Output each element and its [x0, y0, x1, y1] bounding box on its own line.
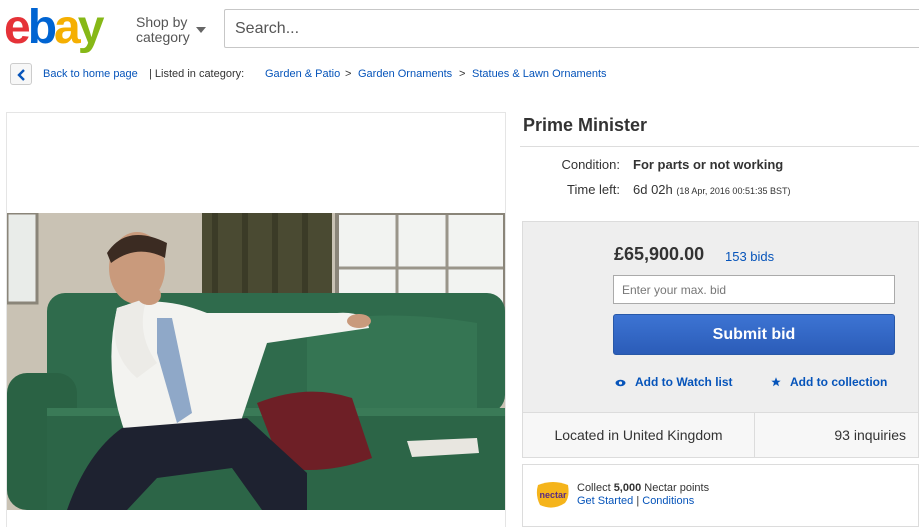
item-photo[interactable] — [7, 213, 505, 510]
back-button[interactable] — [10, 63, 32, 85]
collect-suffix: Nectar points — [641, 482, 710, 494]
get-started-link[interactable]: Get Started — [577, 495, 633, 507]
time-left-label: Time left: — [567, 182, 620, 197]
nectar-collect-text: Collect 5,000 Nectar points — [577, 482, 709, 494]
search-input[interactable] — [224, 9, 919, 48]
shop-by-label: Shop by — [136, 14, 188, 30]
item-title: Prime Minister — [523, 115, 648, 135]
conditions-link[interactable]: Conditions — [642, 495, 694, 507]
breadcrumb-separator: > — [345, 68, 352, 80]
item-location: Located in United Kingdom — [523, 413, 755, 458]
bid-box: £65,900.00 153 bids Submit bid Add to Wa… — [522, 221, 919, 458]
category-link-garden-ornaments[interactable]: Garden Ornaments — [358, 68, 452, 80]
link-divider: | — [633, 495, 643, 507]
bids-link[interactable]: 153 bids — [725, 249, 774, 264]
listed-in-category-label: | Listed in category: — [149, 68, 245, 80]
submit-bid-button[interactable]: Submit bid — [613, 314, 895, 355]
time-left-detail: (18 Apr, 2016 00:51:35 BST) — [676, 186, 791, 196]
inquiries-count: 93 inquiries — [834, 427, 906, 443]
category-link-garden-patio[interactable]: Garden & Patio — [265, 68, 340, 80]
condition-value: For parts or not working — [633, 157, 784, 172]
watch-label: Add to Watch list — [635, 375, 733, 389]
star-icon — [771, 376, 781, 390]
nectar-promo: nectar Collect 5,000 Nectar points Get S… — [522, 464, 919, 527]
time-left: 6d 02h (18 Apr, 2016 00:51:35 BST) — [633, 182, 790, 197]
location-row: Located in United Kingdom 93 inquiries — [523, 412, 918, 458]
nectar-points: 5,000 — [613, 482, 642, 494]
add-to-watch-list-button[interactable]: Add to Watch list — [615, 375, 733, 390]
chevron-left-icon — [17, 69, 25, 81]
add-to-collection-button[interactable]: Add to collection — [771, 375, 887, 390]
nectar-logo: nectar — [535, 481, 571, 508]
item-image-panel — [6, 112, 506, 527]
max-bid-input[interactable] — [613, 275, 895, 304]
nectar-links: Get Started | Conditions — [577, 495, 694, 507]
item-photo-illustration — [7, 213, 505, 510]
collection-label: Add to collection — [790, 375, 888, 389]
nectar-logo-text: nectar — [539, 490, 567, 500]
eye-icon — [615, 376, 626, 390]
back-to-home-link[interactable]: Back to home page — [43, 68, 138, 80]
caret-down-icon — [196, 27, 206, 33]
condition-label: Condition: — [561, 157, 620, 172]
current-price: £65,900.00 — [614, 244, 705, 264]
header: ebay Shop by category — [0, 0, 919, 60]
ebay-logo[interactable]: ebay — [4, 2, 104, 54]
shop-by-category-button[interactable]: Shop by category — [136, 14, 206, 45]
category-label: category — [136, 29, 190, 45]
breadcrumb-separator: > — [459, 68, 466, 80]
time-left-value: 6d 02h — [633, 182, 673, 197]
divider — [520, 146, 919, 147]
collect-prefix: Collect — [577, 482, 614, 494]
category-link-statues-lawn-ornaments[interactable]: Statues & Lawn Ornaments — [472, 68, 607, 80]
